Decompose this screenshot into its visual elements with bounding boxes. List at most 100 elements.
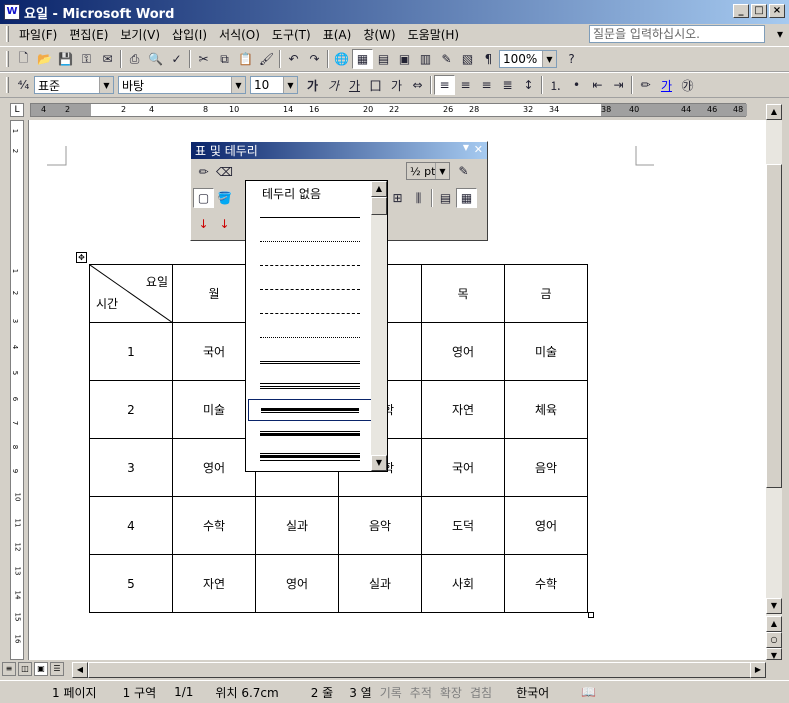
- justify-icon[interactable]: ≣: [497, 75, 518, 95]
- toolbar-grip[interactable]: [6, 51, 9, 67]
- tab-selector[interactable]: L: [10, 103, 24, 117]
- increase-indent-icon[interactable]: ⇥: [608, 75, 629, 95]
- table-cell[interactable]: 체육: [504, 380, 588, 439]
- hyperlink-icon[interactable]: 🌐: [331, 49, 352, 69]
- table-cell[interactable]: 실과: [255, 496, 339, 555]
- outline-view-icon[interactable]: ☰: [50, 662, 64, 676]
- scroll-thumb[interactable]: [766, 164, 782, 488]
- header-cell[interactable]: 월: [172, 264, 256, 323]
- table-cell[interactable]: 음악: [338, 496, 422, 555]
- prev-page-icon[interactable]: ▲: [766, 616, 782, 632]
- table-cell[interactable]: 영어: [421, 322, 505, 381]
- normal-view-icon[interactable]: ≡: [2, 662, 16, 676]
- scroll-up-icon[interactable]: ▲: [371, 181, 387, 197]
- line-option-dash-dot-dot[interactable]: [248, 327, 372, 349]
- scroll-up-icon[interactable]: ▲: [766, 104, 782, 120]
- decrease-indent-icon[interactable]: ⇤: [587, 75, 608, 95]
- style-combo[interactable]: 표준 ▼: [34, 76, 114, 94]
- format-painter-icon[interactable]: 🖌: [256, 49, 277, 69]
- align-right-icon[interactable]: ≡: [476, 75, 497, 95]
- help-dropdown-icon[interactable]: ▾: [777, 27, 783, 41]
- status-overtype[interactable]: 겹침: [466, 684, 496, 701]
- menu-format[interactable]: 서식(O): [213, 26, 266, 43]
- menu-insert[interactable]: 삽입(I): [166, 26, 213, 43]
- drawing-icon[interactable]: ✎: [436, 49, 457, 69]
- bold-icon[interactable]: 가: [302, 75, 323, 95]
- palette-title-bar[interactable]: 표 및 테두리 ▼ ✕: [191, 142, 487, 159]
- line-spacing-icon[interactable]: ↕: [518, 75, 539, 95]
- permission-icon[interactable]: ⚿: [76, 49, 97, 69]
- line-style-dropdown[interactable]: 테두리 없음 ▲ ▼: [245, 180, 388, 472]
- table-cell[interactable]: 국어: [172, 322, 256, 381]
- table-cell[interactable]: 영어: [255, 554, 339, 613]
- h-scroll-thumb[interactable]: [88, 662, 758, 678]
- shading-color-icon[interactable]: 🪣: [214, 188, 235, 208]
- browse-object-icon[interactable]: ○: [766, 632, 782, 648]
- chevron-down-icon[interactable]: ▼: [231, 77, 245, 93]
- save-icon[interactable]: 💾: [55, 49, 76, 69]
- table-cell[interactable]: 실과: [338, 554, 422, 613]
- new-document-icon[interactable]: 🗋: [13, 49, 34, 69]
- table-cell[interactable]: 1: [89, 322, 173, 381]
- menu-view[interactable]: 보기(V): [114, 26, 166, 43]
- line-weight-combo[interactable]: ½ pt ▼: [406, 162, 450, 180]
- columns-icon[interactable]: ▥: [415, 49, 436, 69]
- redo-icon[interactable]: ↷: [304, 49, 325, 69]
- table-cell[interactable]: 5: [89, 554, 173, 613]
- size-combo[interactable]: 10 ▼: [250, 76, 298, 94]
- web-view-icon[interactable]: ◫: [18, 662, 32, 676]
- header-corner-cell[interactable]: 요일 시간: [89, 264, 173, 323]
- char-scale-icon[interactable]: ⇔: [407, 75, 428, 95]
- menu-help[interactable]: 도움말(H): [402, 26, 466, 43]
- minimize-button[interactable]: _: [733, 4, 749, 18]
- table-resize-handle[interactable]: [588, 612, 594, 618]
- chevron-down-icon[interactable]: ▼: [99, 77, 113, 93]
- table-cell[interactable]: 국어: [421, 438, 505, 497]
- chevron-down-icon[interactable]: ▼: [435, 163, 449, 179]
- vertical-ruler[interactable]: 1 2 1 2 3 4 5 6 7 8 9 10 11 12 13 14 15 16: [10, 120, 24, 660]
- scroll-right-icon[interactable]: ▶: [750, 662, 766, 678]
- print-layout-icon[interactable]: ▣: [34, 662, 48, 676]
- border-color-icon[interactable]: ✎: [453, 161, 474, 181]
- outside-border-icon[interactable]: ▢: [193, 188, 214, 208]
- chevron-down-icon[interactable]: ▼: [283, 77, 297, 93]
- line-option-fine-dash[interactable]: [248, 255, 372, 277]
- font-combo[interactable]: 바탕 ▼: [118, 76, 246, 94]
- menubar-grip[interactable]: [6, 26, 9, 42]
- align-left-icon[interactable]: ≡: [434, 75, 455, 95]
- table-cell[interactable]: 영어: [504, 496, 588, 555]
- print-preview-icon[interactable]: 🔍: [145, 49, 166, 69]
- close-button[interactable]: ×: [769, 4, 785, 18]
- horizontal-ruler[interactable]: 4 2 2 4 8 10 14 16 20 22 26 28 32 34 38 40 44 46 48: [30, 103, 747, 117]
- highlight-icon[interactable]: ✏: [635, 75, 656, 95]
- tables-borders-icon[interactable]: ▦: [352, 49, 373, 69]
- cut-icon[interactable]: ✂: [193, 49, 214, 69]
- table-cell[interactable]: 음악: [504, 438, 588, 497]
- paste-icon[interactable]: 📋: [235, 49, 256, 69]
- menu-tools[interactable]: 도구(T): [266, 26, 317, 43]
- help-icon[interactable]: ?: [561, 49, 582, 69]
- menu-edit[interactable]: 편집(E): [63, 26, 114, 43]
- sort-descending-icon[interactable]: ↓: [214, 214, 235, 234]
- table-cell[interactable]: 2: [89, 380, 173, 439]
- chevron-down-icon[interactable]: ▼: [463, 143, 469, 152]
- copy-icon[interactable]: ⧉: [214, 49, 235, 69]
- zoom-combo[interactable]: 100% ▼: [499, 50, 557, 68]
- table-cell[interactable]: 영어: [172, 438, 256, 497]
- status-extend[interactable]: 확장: [436, 684, 466, 701]
- draw-table-pencil-icon[interactable]: ✏: [193, 162, 214, 182]
- spelling-status-icon[interactable]: 📖: [577, 685, 600, 699]
- status-record[interactable]: 기록: [376, 684, 406, 701]
- line-option-triple[interactable]: [248, 375, 372, 397]
- align-center-icon[interactable]: ≡: [455, 75, 476, 95]
- table-cell[interactable]: 수학: [504, 554, 588, 613]
- line-option-dotted[interactable]: [248, 231, 372, 253]
- table-cell[interactable]: 도덕: [421, 496, 505, 555]
- line-option-thin-thick-thin[interactable]: [248, 447, 372, 469]
- sort-ascending-icon[interactable]: ↓: [193, 214, 214, 234]
- line-option-dash-dot[interactable]: [248, 303, 372, 325]
- table-cell[interactable]: 자연: [421, 380, 505, 439]
- open-folder-icon[interactable]: 📂: [34, 49, 55, 69]
- char-shading-icon[interactable]: 가: [386, 75, 407, 95]
- underline-icon[interactable]: 가: [344, 75, 365, 95]
